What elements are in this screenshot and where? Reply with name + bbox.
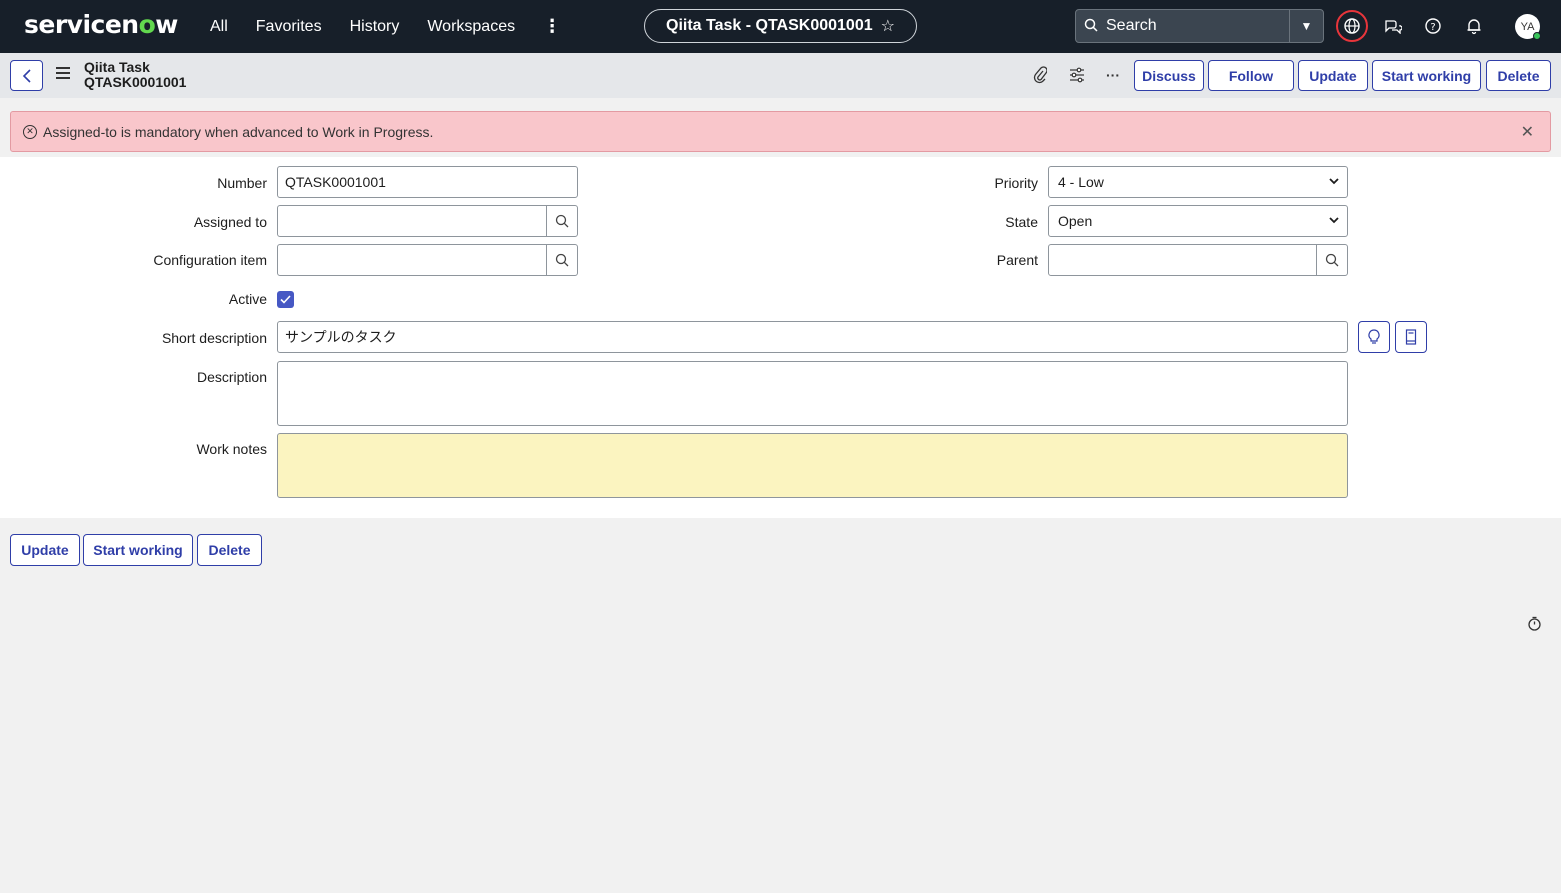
bell-icon[interactable] xyxy=(1464,16,1484,36)
work-notes-label: Work notes xyxy=(196,441,267,457)
chevron-down-icon xyxy=(1329,216,1339,227)
number-label: Number xyxy=(217,175,267,191)
online-status-dot xyxy=(1533,32,1541,40)
logo-text: servicen xyxy=(24,10,139,39)
number-field[interactable]: QTASK0001001 xyxy=(277,166,578,198)
error-icon: ✕ xyxy=(23,124,37,139)
user-avatar[interactable]: YA xyxy=(1515,14,1541,40)
assigned-to-label: Assigned to xyxy=(193,214,267,230)
context-menu-icon[interactable] xyxy=(56,67,70,81)
description-textarea[interactable] xyxy=(277,361,1348,426)
discuss-button[interactable]: Discuss xyxy=(1134,60,1204,91)
nav-link-history[interactable]: History xyxy=(350,18,400,36)
nav-links: All Favorites History Workspaces ⋮ xyxy=(210,0,561,53)
timer-icon[interactable] xyxy=(1527,616,1542,631)
short-description-field[interactable]: サンプルのタスク xyxy=(277,321,1348,353)
back-button[interactable] xyxy=(10,60,43,91)
table-label: Qiita Task xyxy=(84,59,150,75)
search-icon xyxy=(1076,18,1106,35)
help-icon[interactable]: ? xyxy=(1423,16,1443,36)
record-number: QTASK0001001 xyxy=(84,74,187,90)
globe-icon[interactable] xyxy=(1336,10,1368,42)
context-title-pill[interactable]: Qiita Task - QTASK0001001 ☆ xyxy=(644,9,917,43)
chat-icon[interactable] xyxy=(1383,16,1403,36)
configuration-item-label: Configuration item xyxy=(153,252,267,268)
priority-value: 4 - Low xyxy=(1058,174,1104,190)
update-button-header[interactable]: Update xyxy=(1298,60,1368,91)
active-label: Active xyxy=(228,291,267,307)
state-value: Open xyxy=(1058,213,1093,229)
servicenow-logo[interactable]: servicenow xyxy=(24,10,178,39)
short-description-value: サンプルのタスク xyxy=(285,330,397,346)
error-message-banner: ✕ Assigned-to is mandatory when advanced… xyxy=(10,111,1551,152)
description-label: Description xyxy=(196,369,267,385)
follow-button[interactable]: Follow xyxy=(1208,60,1294,91)
avatar-initials: YA xyxy=(1520,20,1535,33)
error-message-text: Assigned-to is mandatory when advanced t… xyxy=(43,123,434,140)
parent-field[interactable] xyxy=(1048,244,1317,276)
knowledge-book-icon[interactable] xyxy=(1395,321,1427,353)
chevron-down-icon xyxy=(1329,177,1339,188)
logo-text-end: w xyxy=(155,10,178,39)
search-input[interactable]: Search xyxy=(1106,17,1289,35)
parent-lookup-search-icon[interactable] xyxy=(1316,244,1348,276)
priority-label: Priority xyxy=(994,175,1038,191)
search-dropdown-chevron-icon[interactable]: ▼ xyxy=(1289,10,1323,42)
state-select[interactable]: Open xyxy=(1048,205,1348,237)
global-search[interactable]: Search ▼ xyxy=(1075,9,1324,43)
close-icon[interactable]: ✕ xyxy=(1521,122,1534,142)
logo-accent: o xyxy=(138,10,156,39)
active-checkbox[interactable] xyxy=(277,291,294,308)
svg-text:?: ? xyxy=(1430,22,1435,33)
assigned-to-field[interactable] xyxy=(277,205,547,237)
assigned-to-lookup-search-icon[interactable] xyxy=(546,205,578,237)
star-icon[interactable]: ☆ xyxy=(881,16,895,36)
settings-sliders-icon[interactable] xyxy=(1067,65,1087,85)
nav-more-icon[interactable]: ⋮ xyxy=(543,16,561,37)
short-description-label: Short description xyxy=(161,330,267,346)
more-horizontal-icon[interactable]: ··· xyxy=(1103,65,1123,85)
paperclip-icon[interactable] xyxy=(1030,65,1050,85)
start-working-button-footer[interactable]: Start working xyxy=(83,534,193,566)
parent-label: Parent xyxy=(996,252,1038,268)
context-title: Qiita Task - QTASK0001001 xyxy=(666,17,873,34)
update-button-footer[interactable]: Update xyxy=(10,534,80,566)
top-navigation-bar: servicenow All Favorites History Workspa… xyxy=(0,0,1561,53)
priority-select[interactable]: 4 - Low xyxy=(1048,166,1348,198)
suggestion-lightbulb-icon[interactable] xyxy=(1358,321,1390,353)
configuration-item-lookup-search-icon[interactable] xyxy=(546,244,578,276)
form-header-bar: Qiita Task QTASK0001001 ··· Discuss Foll… xyxy=(0,53,1561,98)
nav-link-all[interactable]: All xyxy=(210,18,228,36)
nav-link-workspaces[interactable]: Workspaces xyxy=(427,18,515,36)
state-label: State xyxy=(1005,214,1038,230)
nav-link-favorites[interactable]: Favorites xyxy=(256,18,322,36)
start-working-button-header[interactable]: Start working xyxy=(1372,60,1481,91)
configuration-item-field[interactable] xyxy=(277,244,547,276)
delete-button-header[interactable]: Delete xyxy=(1486,60,1551,91)
delete-button-footer[interactable]: Delete xyxy=(197,534,262,566)
work-notes-textarea[interactable] xyxy=(277,433,1348,498)
form-title: Qiita Task QTASK0001001 xyxy=(84,60,186,90)
